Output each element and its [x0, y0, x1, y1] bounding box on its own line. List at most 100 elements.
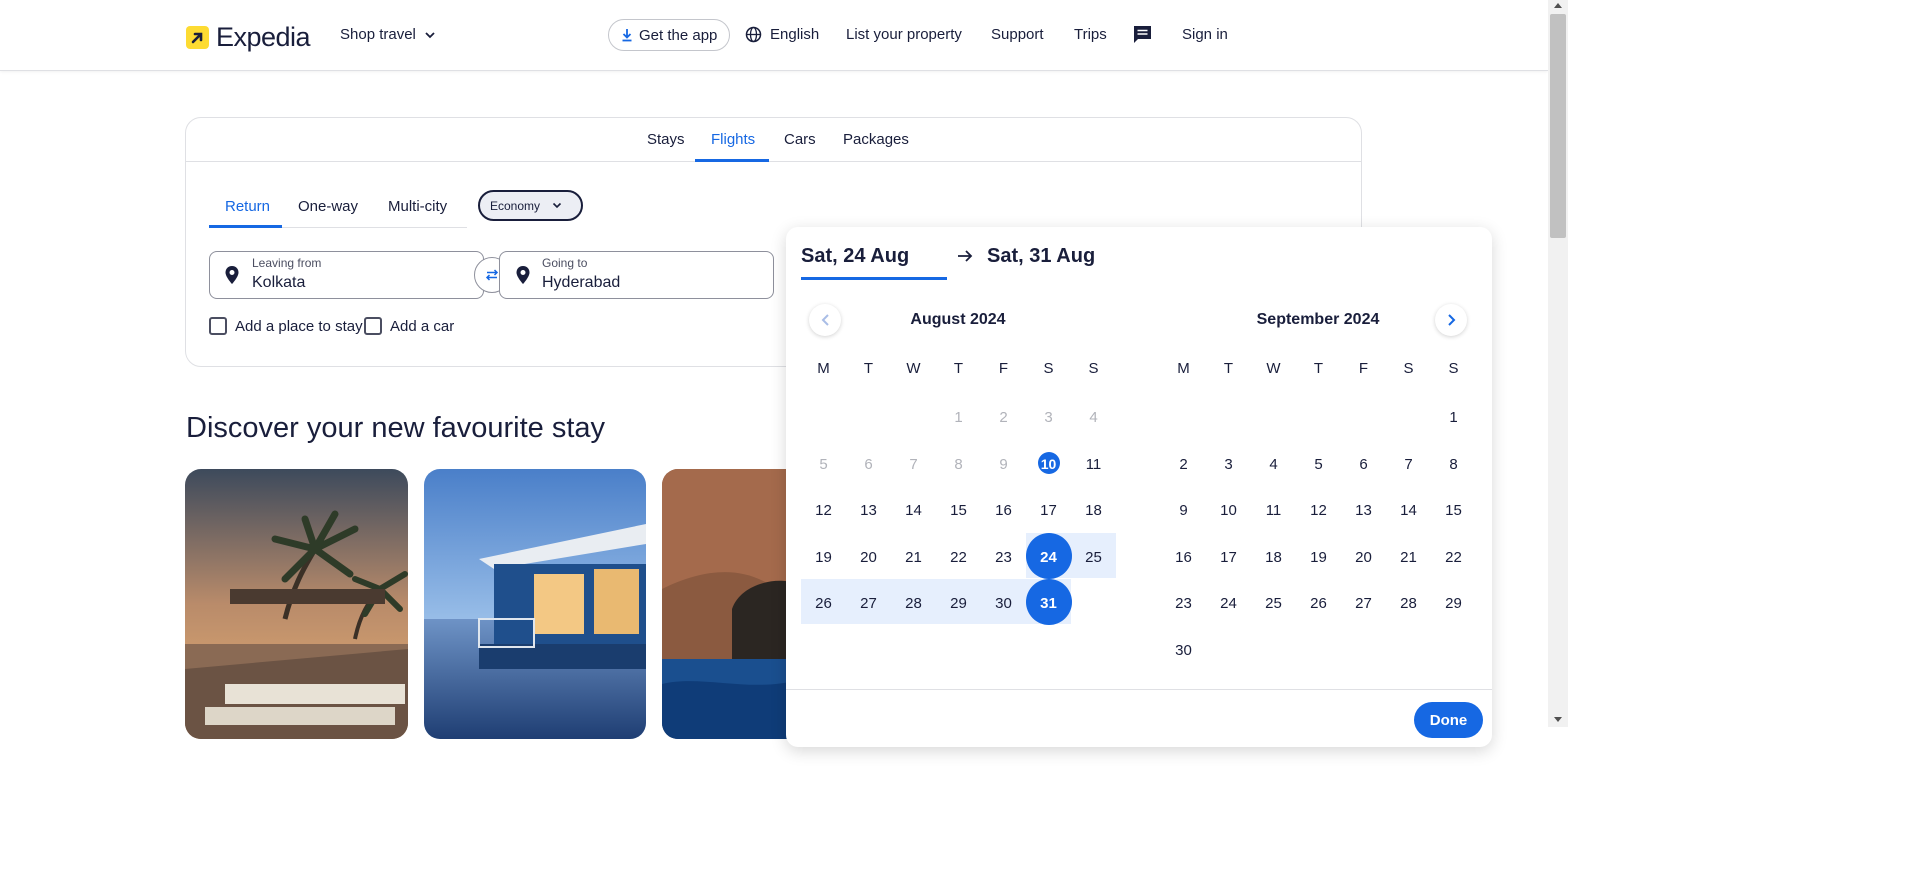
calendar-day[interactable]: 24 [1206, 595, 1251, 612]
month-title-september: September 2024 [1256, 311, 1380, 328]
tab-return[interactable]: Return [225, 198, 270, 215]
calendar-day[interactable]: 24 [1026, 549, 1071, 566]
sign-in-label: Sign in [1182, 26, 1228, 43]
tab-cars[interactable]: Cars [784, 131, 816, 148]
calendar-day[interactable]: 4 [1251, 456, 1296, 473]
tab-flights[interactable]: Flights [711, 131, 755, 148]
calendar-day[interactable]: 27 [846, 595, 891, 612]
tab-one-way[interactable]: One-way [298, 198, 358, 215]
get-the-app-button[interactable]: Get the app [608, 19, 731, 51]
calendar-day[interactable]: 15 [1431, 502, 1476, 519]
language-selector[interactable]: English [745, 26, 819, 43]
calendar-day[interactable]: 10 [1026, 456, 1071, 472]
calendar-day[interactable]: 11 [1071, 456, 1116, 473]
trips-link[interactable]: Trips [1074, 26, 1107, 43]
sign-in-link[interactable]: Sign in [1182, 26, 1228, 43]
calendar-day[interactable]: 3 [1206, 456, 1251, 473]
calendar-day[interactable]: 22 [936, 549, 981, 566]
tab-packages[interactable]: Packages [843, 131, 909, 148]
globe-icon [745, 26, 762, 43]
calendar-day[interactable]: 26 [1296, 595, 1341, 612]
checkbox-icon [209, 317, 227, 335]
stay-image-card[interactable] [662, 469, 802, 739]
calendar-day[interactable]: 23 [1161, 595, 1206, 612]
stay-image-card[interactable] [424, 469, 646, 739]
calendar-day[interactable]: 25 [1071, 549, 1116, 566]
done-button[interactable]: Done [1414, 702, 1483, 738]
calendar-day[interactable]: 10 [1206, 502, 1251, 519]
weekday-header: T [863, 360, 874, 377]
stay-image-card[interactable] [185, 469, 408, 739]
calendar-day[interactable]: 29 [936, 595, 981, 612]
weekday-header: F [998, 360, 1009, 377]
calendar-day[interactable]: 16 [981, 502, 1026, 519]
trip-type-tabs: Return One-way Multi-city [209, 188, 467, 228]
calendar-day[interactable]: 12 [1296, 502, 1341, 519]
calendar-day[interactable]: 17 [1026, 502, 1071, 519]
weekday-header: S [1088, 360, 1099, 377]
calendar-day[interactable]: 19 [801, 549, 846, 566]
calendar-day[interactable]: 29 [1431, 595, 1476, 612]
page-scrollbar[interactable] [1548, 0, 1568, 727]
calendar-day[interactable]: 28 [891, 595, 936, 612]
calendar-day[interactable]: 19 [1296, 549, 1341, 566]
scrollbar-thumb[interactable] [1550, 14, 1566, 238]
calendar-day: 9 [999, 455, 1008, 473]
start-date-display[interactable]: Sat, 24 Aug [801, 245, 909, 268]
support-link[interactable]: Support [991, 26, 1044, 43]
messages-button[interactable] [1132, 24, 1153, 45]
calendar-day[interactable]: 2 [1161, 456, 1206, 473]
add-stay-checkbox[interactable]: Add a place to stay [209, 317, 363, 335]
calendar-day[interactable]: 18 [1251, 549, 1296, 566]
shop-travel-menu[interactable]: Shop travel [340, 26, 436, 43]
product-tabs: Stays Flights Cars Packages [186, 118, 1361, 162]
calendar-day[interactable]: 22 [1431, 549, 1476, 566]
calendar-day[interactable]: 21 [891, 549, 936, 566]
calendar-day[interactable]: 30 [981, 595, 1026, 612]
calendar-day[interactable]: 13 [1341, 502, 1386, 519]
calendar-day[interactable]: 18 [1071, 502, 1116, 519]
calendar-day[interactable]: 14 [891, 502, 936, 519]
calendar-day[interactable]: 13 [846, 502, 891, 519]
calendar-day[interactable]: 31 [1026, 595, 1071, 612]
add-car-checkbox[interactable]: Add a car [364, 317, 454, 335]
calendar-day[interactable]: 6 [1341, 456, 1386, 473]
scroll-up-arrow-icon[interactable] [1554, 3, 1562, 8]
calendar-day[interactable]: 23 [981, 549, 1026, 566]
calendar-day[interactable]: 20 [1341, 549, 1386, 566]
month-title-august: August 2024 [910, 311, 1006, 328]
calendar-day[interactable]: 30 [1161, 642, 1206, 659]
calendar-day[interactable]: 15 [936, 502, 981, 519]
end-date-display[interactable]: Sat, 31 Aug [987, 245, 1095, 268]
calendar-day[interactable]: 27 [1341, 595, 1386, 612]
add-car-label: Add a car [390, 317, 455, 335]
calendar-day[interactable]: 21 [1386, 549, 1431, 566]
weekday-header: T [1223, 360, 1234, 377]
list-property-link[interactable]: List your property [846, 26, 962, 43]
discover-heading: Discover your new favourite stay [186, 412, 606, 444]
calendar-day: 4 [1089, 409, 1098, 426]
going-to-field[interactable]: Going to Hyderabad [499, 251, 774, 299]
leaving-from-field[interactable]: Leaving from Kolkata [209, 251, 484, 299]
calendar-day[interactable]: 12 [801, 502, 846, 519]
calendar-day[interactable]: 25 [1251, 595, 1296, 612]
calendar-day[interactable]: 9 [1161, 502, 1206, 519]
scroll-down-arrow-icon[interactable] [1554, 717, 1562, 722]
calendar-day[interactable]: 11 [1251, 502, 1296, 519]
calendar-day[interactable]: 20 [846, 549, 891, 566]
calendar-day[interactable]: 8 [1431, 456, 1476, 473]
calendar-day[interactable]: 17 [1206, 549, 1251, 566]
expedia-logo[interactable]: Expedia [186, 22, 311, 53]
calendar-day[interactable]: 14 [1386, 502, 1431, 519]
cabin-class-dropdown[interactable]: Economy [478, 190, 583, 221]
tab-multi-city[interactable]: Multi-city [388, 198, 447, 215]
calendar-day[interactable]: 1 [1431, 409, 1476, 426]
calendar-day[interactable]: 7 [1386, 456, 1431, 473]
active-tab-indicator [695, 159, 769, 162]
tab-stays[interactable]: Stays [647, 131, 685, 148]
calendar-day[interactable]: 28 [1386, 595, 1431, 612]
calendar-day[interactable]: 5 [1296, 456, 1341, 473]
calendar-day[interactable]: 16 [1161, 549, 1206, 566]
location-pin-icon [225, 266, 239, 284]
calendar-day[interactable]: 26 [801, 595, 846, 612]
